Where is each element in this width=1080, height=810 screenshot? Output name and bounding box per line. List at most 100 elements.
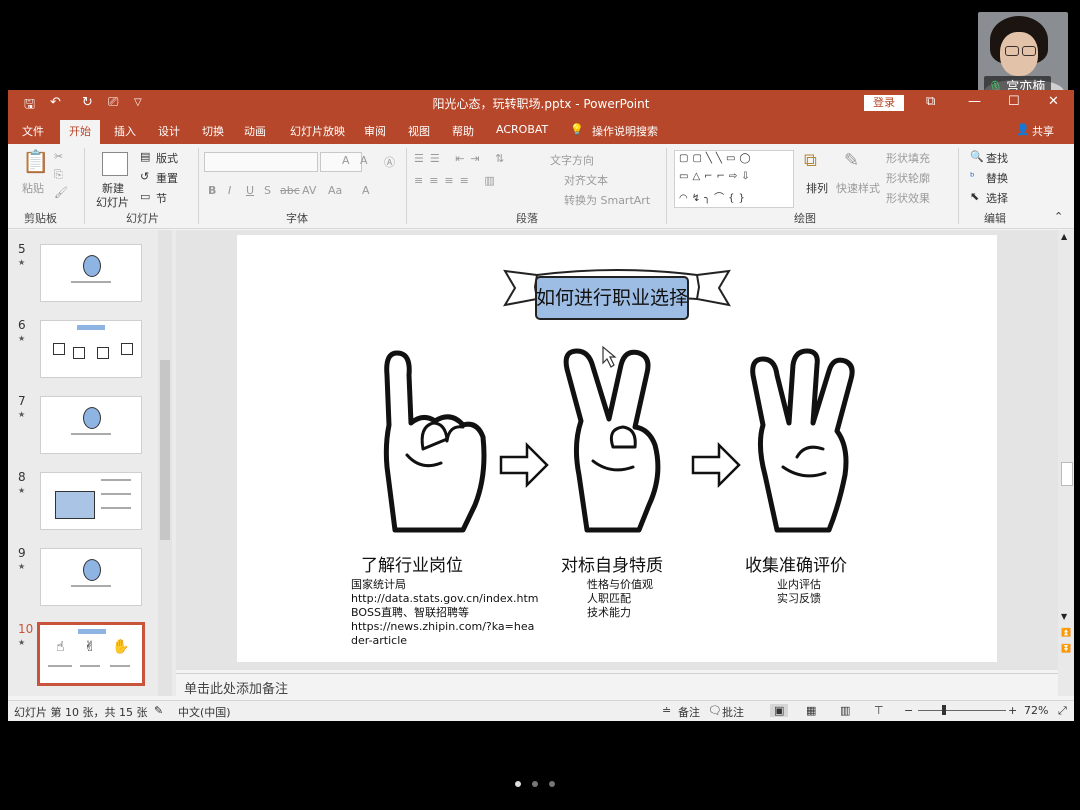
arrange-icon[interactable]: ⧉ [804, 150, 817, 171]
window-title: 阳光心态，玩转职场.pptx - PowerPoint [432, 97, 650, 111]
quick-styles-icon[interactable]: ✎ [844, 150, 859, 171]
font-size-combo[interactable] [320, 152, 362, 172]
select-icon[interactable]: ⬉ [970, 190, 979, 203]
spellcheck-icon[interactable]: ✎ [154, 704, 163, 717]
hand-three-fingers [750, 348, 855, 533]
maximize-icon[interactable]: ☐ [1008, 94, 1020, 109]
section-icon[interactable]: ▭ [140, 190, 150, 203]
tab-insert[interactable]: 插入 [114, 123, 136, 139]
animation-star-icon: ★ [18, 410, 26, 419]
close-icon[interactable]: ✕ [1048, 94, 1059, 109]
slide-thumbnail-10[interactable]: ☝ ✌ ✋ [37, 622, 145, 686]
align-text-button[interactable]: 对齐文本 [564, 172, 608, 188]
lightbulb-icon: 💡 [570, 123, 584, 136]
section-button[interactable]: 节 [156, 190, 167, 206]
slideshow-view-icon[interactable]: ⊤ [874, 704, 884, 717]
slide-thumbnail-5[interactable] [40, 244, 142, 302]
tab-slideshow[interactable]: 幻灯片放映 [290, 123, 345, 139]
share-icon[interactable]: 👤 [1016, 123, 1030, 136]
slide-thumbnail-9[interactable] [40, 548, 142, 606]
strike-button[interactable]: abc [280, 184, 300, 197]
reset-icon[interactable]: ↺ [140, 170, 149, 183]
font-grow-button[interactable]: A [342, 154, 350, 167]
clear-format-icon[interactable]: Ⓐ [384, 154, 395, 170]
select-button[interactable]: 选择 [986, 190, 1008, 206]
shape-effects-button[interactable]: 形状效果 [886, 190, 930, 206]
ribbon-home: 📋 粘贴 ✂ ⎘ 🖌 剪贴板 新建 幻灯片 ▤ 版式 ↺ 重置 ▭ 节 幻灯片 … [8, 144, 1074, 229]
slide-thumbnail-7[interactable] [40, 396, 142, 454]
animation-star-icon: ★ [18, 486, 26, 495]
minimize-icon[interactable]: — [968, 94, 981, 109]
font-shrink-button[interactable]: A [360, 154, 368, 167]
copy-icon[interactable]: ⎘ [54, 168, 63, 182]
italic-button[interactable]: I [228, 184, 231, 197]
shape-fill-button[interactable]: 形状填充 [886, 150, 930, 166]
reading-view-icon[interactable]: ▥ [840, 704, 850, 717]
paste-icon[interactable]: 📋 [22, 150, 49, 175]
shadow-button[interactable]: S [264, 184, 271, 197]
tab-file[interactable]: 文件 [22, 123, 44, 139]
paste-button[interactable]: 粘贴 [22, 180, 44, 196]
slide-scrollbar[interactable]: ▲ ▼ ⏫ ⏬ [1058, 230, 1074, 696]
bold-button[interactable]: B [208, 184, 216, 197]
char-spacing-button[interactable]: AV [302, 184, 316, 197]
smartart-button[interactable]: 转换为 SmartArt [564, 192, 650, 208]
tab-acrobat[interactable]: ACROBAT [496, 123, 548, 136]
fit-to-window-icon[interactable]: ⤢ [1058, 704, 1067, 718]
zoom-slider[interactable] [918, 710, 1006, 711]
replace-button[interactable]: 替换 [986, 170, 1008, 186]
ribbon-display-icon[interactable]: ⧉ [926, 94, 935, 109]
arrange-button[interactable]: 排列 [806, 180, 828, 196]
change-case-button[interactable]: Aa [328, 184, 342, 197]
shapes-gallery[interactable]: ▢▢╲╲▭◯ ▭△⌐⌐⇨⇩ ◠↯╮⌒{} [674, 150, 794, 208]
slide-thumbnail-6[interactable] [40, 320, 142, 378]
language-indicator[interactable]: 中文(中国) [178, 704, 231, 720]
quick-styles-button[interactable]: 快速样式 [836, 180, 880, 196]
page-dot[interactable] [532, 781, 538, 787]
tab-help[interactable]: 帮助 [452, 123, 474, 139]
zoom-in-icon[interactable]: + [1008, 704, 1017, 717]
tab-view[interactable]: 视图 [408, 123, 430, 139]
tab-design[interactable]: 设计 [158, 123, 180, 139]
find-button[interactable]: 查找 [986, 150, 1008, 166]
thumbnails-scrollbar[interactable] [158, 230, 172, 696]
thumb-number: 8 [18, 470, 26, 484]
tab-home[interactable]: 开始 [60, 120, 100, 146]
new-slide-dropdown[interactable]: 幻灯片 [96, 194, 129, 210]
layout-button[interactable]: 版式 [156, 150, 178, 166]
slide-canvas[interactable]: 如何进行职业选择 了解行业岗位 国家统计局 http://data.stats.… [237, 235, 997, 662]
font-name-combo[interactable] [204, 152, 318, 172]
zoom-slider-thumb[interactable] [942, 705, 946, 715]
reset-button[interactable]: 重置 [156, 170, 178, 186]
slide-thumbnail-8[interactable] [40, 472, 142, 530]
tell-me-search[interactable]: 操作说明搜索 [592, 123, 658, 139]
page-dot[interactable] [549, 781, 555, 787]
comments-toggle[interactable]: 批注 [722, 704, 744, 720]
login-button[interactable]: 登录 [864, 95, 904, 111]
layout-icon[interactable]: ▤ [140, 150, 150, 163]
notes-toggle[interactable]: 备注 [678, 704, 700, 720]
shape-outline-button[interactable]: 形状轮廓 [886, 170, 930, 186]
tab-animations[interactable]: 动画 [244, 123, 266, 139]
zoom-out-icon[interactable]: − [904, 704, 913, 717]
list-buttons[interactable]: ☰☰ ⇤⇥ ⇅ [414, 152, 510, 165]
font-color-button[interactable]: A [362, 184, 370, 197]
text-direction-button[interactable]: 文字方向 [550, 152, 594, 168]
hand-one-finger [383, 350, 487, 533]
collapse-ribbon-icon[interactable]: ⌃ [1054, 210, 1063, 223]
slide-sorter-icon[interactable]: ▦ [806, 704, 816, 717]
zoom-level[interactable]: 72% [1024, 704, 1048, 717]
underline-button[interactable]: U [246, 184, 254, 197]
replace-icon[interactable]: ᵇ [970, 170, 975, 183]
page-dot-active[interactable] [515, 781, 521, 787]
find-icon[interactable]: 🔍 [970, 150, 984, 163]
cut-icon[interactable]: ✂ [54, 150, 63, 163]
format-painter-icon[interactable]: 🖌 [54, 186, 68, 199]
tab-review[interactable]: 审阅 [364, 123, 386, 139]
share-button[interactable]: 共享 [1032, 123, 1054, 139]
notes-pane[interactable]: 单击此处添加备注 [176, 673, 1058, 697]
normal-view-icon[interactable]: ▣ [770, 704, 789, 717]
new-slide-icon[interactable] [102, 152, 128, 176]
tab-transitions[interactable]: 切换 [202, 123, 224, 139]
align-buttons[interactable]: ≡≡≡≡ ▥ [414, 174, 501, 187]
